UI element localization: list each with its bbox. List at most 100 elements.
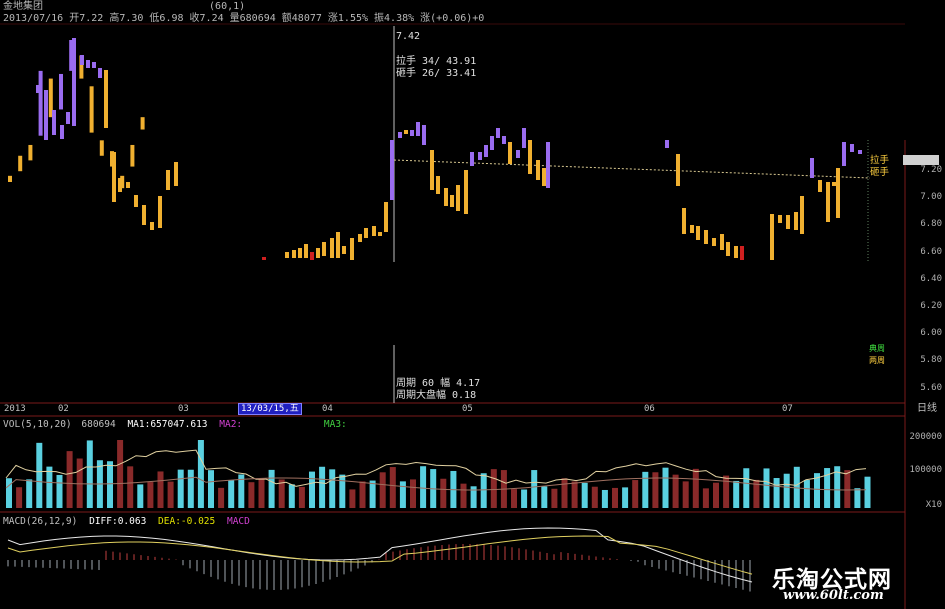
volume-ma2: MA2: (219, 419, 243, 430)
macd-title: MACD(26,12,9) (3, 516, 78, 527)
volume-bar (6, 478, 12, 508)
price-candle (786, 215, 790, 229)
volume-bar (319, 466, 326, 508)
price-candle (810, 158, 814, 178)
price-candle (80, 55, 84, 65)
volume-bar (117, 440, 124, 508)
volume-bar (743, 468, 750, 508)
price-candle (690, 225, 694, 233)
date-axis-label: 05 (462, 404, 473, 414)
volume-header: VOL(5,10,20) 680694 MA1:657047.613 MA2: … (3, 419, 353, 430)
volume-bar (642, 471, 649, 508)
macd-value: MACD (226, 516, 250, 527)
volume-bar (288, 484, 295, 508)
price-candle (86, 60, 90, 68)
volume-bar (551, 488, 558, 508)
price-candle (262, 257, 266, 260)
price-candle (298, 248, 302, 258)
price-axis-label: 7.00 (920, 192, 942, 203)
volume-bar (561, 478, 568, 508)
volume-bar (460, 483, 467, 508)
volume-bar (410, 479, 416, 508)
volume-bar (339, 474, 346, 508)
volume-axis-label: 100000 (909, 465, 942, 475)
volume-title: VOL(5,10,20) (3, 419, 72, 430)
price-candle (134, 195, 138, 207)
price-candle (372, 226, 376, 236)
volume-bar (208, 470, 214, 508)
volume-bar (298, 486, 305, 508)
date-axis-label: 04 (322, 404, 333, 414)
price-candle (836, 168, 840, 218)
right-tag: 砸手 (870, 167, 890, 178)
quote-line: 2013/07/16 开7.22 高7.30 低6.98 收7.24 量6806… (3, 13, 485, 24)
price-candle (478, 152, 482, 160)
price-candle (470, 152, 474, 166)
volume-bar (622, 487, 629, 508)
price-candle (390, 140, 394, 200)
volume-value: 680694 (81, 419, 116, 430)
volume-bar (46, 466, 53, 508)
volume-bar (480, 473, 487, 508)
price-candle (44, 90, 48, 140)
price-candle (310, 252, 314, 260)
volume-bar (157, 471, 164, 508)
volume-bar (16, 487, 23, 508)
volume-bar (541, 486, 548, 508)
price-candle (826, 182, 830, 222)
volume-bar (854, 488, 861, 508)
price-candle (416, 122, 420, 136)
price-candle (28, 144, 33, 161)
volume-bar (682, 481, 689, 508)
volume-bar (399, 481, 406, 508)
price-candle (720, 234, 724, 250)
volume-bar (581, 482, 588, 508)
price-candle (450, 195, 454, 207)
price-candle (72, 38, 76, 126)
price-candle (130, 144, 135, 167)
volume-bar (56, 474, 63, 508)
volume-bar (248, 482, 255, 508)
price-candle (430, 150, 434, 190)
cycle-range: 周期 60 幅 4.17 (396, 378, 481, 389)
price-candle (60, 125, 64, 139)
price-candle (384, 202, 388, 232)
price-candle (818, 180, 822, 192)
volume-bar (268, 469, 275, 508)
price-axis-label: 7.20 (920, 165, 942, 175)
volume-bar (177, 469, 184, 508)
price-candle (8, 175, 12, 182)
volume-bar (773, 478, 780, 508)
price-candle (92, 62, 96, 68)
price-axis-label: 5.80 (920, 355, 942, 366)
volume-bar (167, 481, 174, 508)
price-axis-label: 6.40 (920, 273, 942, 284)
price-candle (36, 85, 40, 93)
price-candle (842, 142, 846, 166)
watermark-url: www.60lt.com (783, 588, 884, 603)
price-candle (734, 246, 738, 258)
price-candle (52, 110, 56, 135)
price-candle (150, 222, 154, 230)
stock-name: 金地集团 (3, 1, 43, 12)
date-axis-label: 2013 (4, 404, 26, 414)
price-candle (142, 205, 146, 225)
price-candle (522, 128, 526, 148)
price-candle (496, 128, 500, 138)
volume-bar (389, 467, 396, 508)
stock-name-line: 金地集团 (60,1) (3, 1, 245, 12)
price-axis-label: 6.20 (920, 301, 942, 311)
volume-bar (36, 442, 43, 508)
volume-bar (379, 472, 386, 508)
volume-bar (601, 489, 608, 508)
volume-bar (137, 484, 144, 508)
price-candle (98, 68, 102, 78)
right-tag-lower: 两周 (869, 356, 885, 365)
price-candle (89, 86, 94, 133)
price-candle (536, 160, 540, 180)
price-candle (542, 168, 546, 186)
volume-bar (218, 487, 225, 508)
period-label[interactable]: 日线 (917, 404, 937, 414)
price-candle (456, 185, 460, 211)
volume-bar (258, 478, 265, 508)
